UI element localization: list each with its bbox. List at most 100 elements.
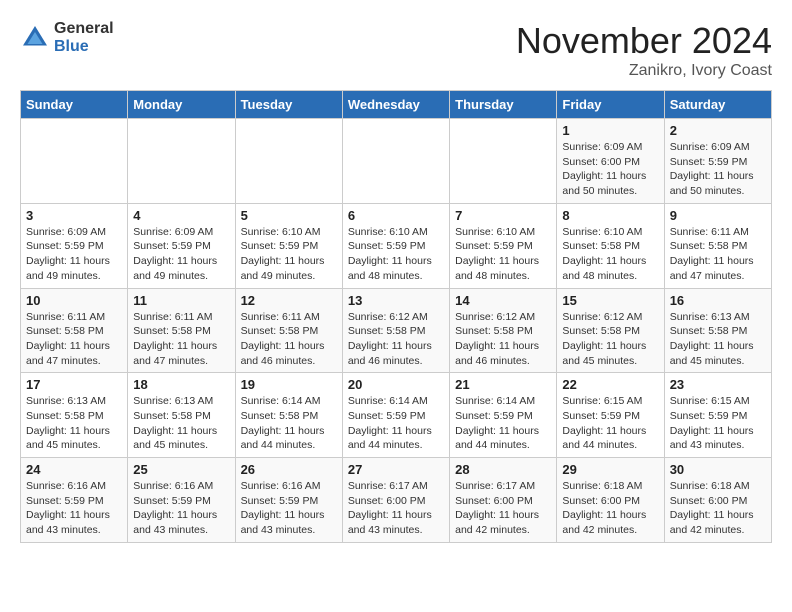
month-title: November 2024	[516, 20, 772, 62]
day-number: 20	[348, 377, 444, 392]
day-info: Sunrise: 6:14 AM Sunset: 5:59 PM Dayligh…	[455, 394, 551, 453]
day-number: 28	[455, 462, 551, 477]
calendar-week-4: 17 Sunrise: 6:13 AM Sunset: 5:58 PM Dayli…	[21, 373, 772, 458]
logo: General Blue	[20, 20, 114, 55]
calendar-cell: 18 Sunrise: 6:13 AM Sunset: 5:58 PM Dayli…	[128, 373, 235, 458]
calendar-cell: 7Sunrise: 6:10 AM Sunset: 5:59 PM Daylig…	[450, 203, 557, 288]
day-info: Sunrise: 6:09 AM Sunset: 6:00 PM Dayligh…	[562, 140, 658, 199]
day-number: 17	[26, 377, 122, 392]
calendar-cell: 5 Sunrise: 6:10 AM Sunset: 5:59 PM Daylig…	[235, 203, 342, 288]
day-number: 13	[348, 293, 444, 308]
day-number: 29	[562, 462, 658, 477]
calendar-cell	[342, 119, 449, 204]
calendar-cell: 23 Sunrise: 6:15 AM Sunset: 5:59 PM Dayli…	[664, 373, 771, 458]
calendar-cell: 17 Sunrise: 6:13 AM Sunset: 5:58 PM Dayli…	[21, 373, 128, 458]
day-number: 26	[241, 462, 337, 477]
calendar-cell: 22 Sunrise: 6:15 AM Sunset: 5:59 PM Dayli…	[557, 373, 664, 458]
logo-general-text: General	[54, 20, 114, 38]
day-info: Sunrise: 6:11 AM Sunset: 5:58 PM Dayligh…	[241, 310, 337, 369]
weekday-header-saturday: Saturday	[664, 91, 771, 119]
calendar-week-5: 24Sunrise: 6:16 AM Sunset: 5:59 PM Dayli…	[21, 458, 772, 543]
day-info: Sunrise: 6:18 AM Sunset: 6:00 PM Dayligh…	[670, 479, 766, 538]
calendar-cell: 25Sunrise: 6:16 AM Sunset: 5:59 PM Dayli…	[128, 458, 235, 543]
weekday-header-tuesday: Tuesday	[235, 91, 342, 119]
day-number: 21	[455, 377, 551, 392]
calendar-week-1: 1 Sunrise: 6:09 AM Sunset: 6:00 PM Daylig…	[21, 119, 772, 204]
logo-blue-text: Blue	[54, 38, 114, 56]
calendar-week-3: 10 Sunrise: 6:11 AM Sunset: 5:58 PM Dayli…	[21, 288, 772, 373]
day-info: Sunrise: 6:13 AM Sunset: 5:58 PM Dayligh…	[26, 394, 122, 453]
day-info: Sunrise: 6:16 AM Sunset: 5:59 PM Dayligh…	[241, 479, 337, 538]
day-number: 27	[348, 462, 444, 477]
calendar-cell: 1 Sunrise: 6:09 AM Sunset: 6:00 PM Daylig…	[557, 119, 664, 204]
day-number: 14	[455, 293, 551, 308]
calendar-cell	[450, 119, 557, 204]
calendar-cell: 28 Sunrise: 6:17 AM Sunset: 6:00 PM Dayli…	[450, 458, 557, 543]
day-number: 3	[26, 208, 122, 223]
weekday-header-row: SundayMondayTuesdayWednesdayThursdayFrid…	[21, 91, 772, 119]
day-number: 16	[670, 293, 766, 308]
calendar-table: SundayMondayTuesdayWednesdayThursdayFrid…	[20, 90, 772, 543]
day-number: 18	[133, 377, 229, 392]
location-title: Zanikro, Ivory Coast	[516, 62, 772, 80]
page-header: General Blue November 2024 Zanikro, Ivor…	[20, 20, 772, 80]
logo-icon	[20, 23, 50, 53]
day-number: 1	[562, 123, 658, 138]
day-number: 9	[670, 208, 766, 223]
calendar-cell: 19Sunrise: 6:14 AM Sunset: 5:58 PM Dayli…	[235, 373, 342, 458]
calendar-cell	[235, 119, 342, 204]
weekday-header-friday: Friday	[557, 91, 664, 119]
calendar-cell: 24Sunrise: 6:16 AM Sunset: 5:59 PM Dayli…	[21, 458, 128, 543]
day-info: Sunrise: 6:16 AM Sunset: 5:59 PM Dayligh…	[133, 479, 229, 538]
calendar-cell: 21 Sunrise: 6:14 AM Sunset: 5:59 PM Dayli…	[450, 373, 557, 458]
weekday-header-wednesday: Wednesday	[342, 91, 449, 119]
calendar-cell	[128, 119, 235, 204]
day-info: Sunrise: 6:12 AM Sunset: 5:58 PM Dayligh…	[348, 310, 444, 369]
calendar-cell	[21, 119, 128, 204]
day-info: Sunrise: 6:09 AM Sunset: 5:59 PM Dayligh…	[26, 225, 122, 284]
calendar-cell: 13 Sunrise: 6:12 AM Sunset: 5:58 PM Dayli…	[342, 288, 449, 373]
day-info: Sunrise: 6:13 AM Sunset: 5:58 PM Dayligh…	[133, 394, 229, 453]
day-info: Sunrise: 6:11 AM Sunset: 5:58 PM Dayligh…	[133, 310, 229, 369]
day-number: 11	[133, 293, 229, 308]
calendar-cell: 4Sunrise: 6:09 AM Sunset: 5:59 PM Daylig…	[128, 203, 235, 288]
day-info: Sunrise: 6:14 AM Sunset: 5:59 PM Dayligh…	[348, 394, 444, 453]
calendar-cell: 12 Sunrise: 6:11 AM Sunset: 5:58 PM Dayli…	[235, 288, 342, 373]
day-info: Sunrise: 6:15 AM Sunset: 5:59 PM Dayligh…	[670, 394, 766, 453]
calendar-cell: 10Sunrise: 6:11 AM Sunset: 5:58 PM Dayli…	[21, 288, 128, 373]
calendar-cell: 30 Sunrise: 6:18 AM Sunset: 6:00 PM Dayli…	[664, 458, 771, 543]
day-info: Sunrise: 6:15 AM Sunset: 5:59 PM Dayligh…	[562, 394, 658, 453]
calendar-cell: 29 Sunrise: 6:18 AM Sunset: 6:00 PM Dayli…	[557, 458, 664, 543]
calendar-cell: 11 Sunrise: 6:11 AM Sunset: 5:58 PM Dayli…	[128, 288, 235, 373]
day-info: Sunrise: 6:17 AM Sunset: 6:00 PM Dayligh…	[455, 479, 551, 538]
day-info: Sunrise: 6:18 AM Sunset: 6:00 PM Dayligh…	[562, 479, 658, 538]
day-number: 5	[241, 208, 337, 223]
day-info: Sunrise: 6:16 AM Sunset: 5:59 PM Dayligh…	[26, 479, 122, 538]
calendar-cell: 9Sunrise: 6:11 AM Sunset: 5:58 PM Daylig…	[664, 203, 771, 288]
day-number: 6	[348, 208, 444, 223]
day-info: Sunrise: 6:09 AM Sunset: 5:59 PM Dayligh…	[670, 140, 766, 199]
calendar-cell: 15Sunrise: 6:12 AM Sunset: 5:58 PM Dayli…	[557, 288, 664, 373]
day-number: 10	[26, 293, 122, 308]
day-number: 4	[133, 208, 229, 223]
day-number: 22	[562, 377, 658, 392]
calendar-cell: 2 Sunrise: 6:09 AM Sunset: 5:59 PM Daylig…	[664, 119, 771, 204]
day-info: Sunrise: 6:13 AM Sunset: 5:58 PM Dayligh…	[670, 310, 766, 369]
calendar-cell: 16 Sunrise: 6:13 AM Sunset: 5:58 PM Dayli…	[664, 288, 771, 373]
calendar-cell: 8 Sunrise: 6:10 AM Sunset: 5:58 PM Daylig…	[557, 203, 664, 288]
calendar-week-2: 3 Sunrise: 6:09 AM Sunset: 5:59 PM Daylig…	[21, 203, 772, 288]
weekday-header-monday: Monday	[128, 91, 235, 119]
calendar-cell: 14 Sunrise: 6:12 AM Sunset: 5:58 PM Dayli…	[450, 288, 557, 373]
weekday-header-sunday: Sunday	[21, 91, 128, 119]
day-info: Sunrise: 6:12 AM Sunset: 5:58 PM Dayligh…	[455, 310, 551, 369]
day-number: 23	[670, 377, 766, 392]
day-number: 12	[241, 293, 337, 308]
day-info: Sunrise: 6:10 AM Sunset: 5:58 PM Dayligh…	[562, 225, 658, 284]
calendar-cell: 3 Sunrise: 6:09 AM Sunset: 5:59 PM Daylig…	[21, 203, 128, 288]
day-number: 2	[670, 123, 766, 138]
day-info: Sunrise: 6:10 AM Sunset: 5:59 PM Dayligh…	[241, 225, 337, 284]
day-info: Sunrise: 6:17 AM Sunset: 6:00 PM Dayligh…	[348, 479, 444, 538]
calendar-cell: 26 Sunrise: 6:16 AM Sunset: 5:59 PM Dayli…	[235, 458, 342, 543]
day-number: 8	[562, 208, 658, 223]
day-number: 30	[670, 462, 766, 477]
